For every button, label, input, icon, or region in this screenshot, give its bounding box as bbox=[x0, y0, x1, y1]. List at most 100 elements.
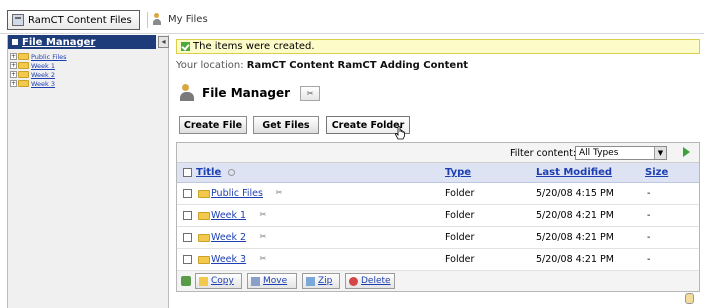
bulk-actions-bar: Copy Move Zip Delete bbox=[177, 271, 699, 291]
filter-select[interactable]: All Types ▼ bbox=[575, 146, 667, 160]
zip-icon bbox=[306, 276, 315, 286]
content-files-icon bbox=[12, 14, 24, 26]
filter-selected: All Types bbox=[579, 148, 619, 158]
scissors-icon[interactable]: ✂ bbox=[258, 232, 268, 242]
file-name-link[interactable]: Week 3 bbox=[211, 254, 246, 265]
checkmark-icon bbox=[181, 42, 190, 51]
tab-my-files[interactable]: My Files bbox=[153, 13, 208, 26]
row-checkbox[interactable] bbox=[183, 233, 192, 242]
create-file-button[interactable]: Create File bbox=[179, 116, 247, 134]
success-notice: The items were created. bbox=[176, 39, 700, 54]
folder-icon bbox=[198, 256, 210, 264]
user-icon bbox=[153, 13, 166, 26]
column-last-modified[interactable]: Last Modified bbox=[536, 167, 612, 178]
folder-icon bbox=[18, 71, 29, 78]
file-name-link[interactable]: Week 1 bbox=[211, 210, 246, 221]
column-type[interactable]: Type bbox=[445, 167, 471, 178]
delete-icon bbox=[349, 276, 358, 286]
location-path: RamCT Content RamCT Adding Content bbox=[246, 60, 469, 71]
row-checkbox[interactable] bbox=[183, 189, 192, 198]
tree-link[interactable]: Week 2 bbox=[31, 71, 55, 79]
folder-icon bbox=[198, 190, 210, 198]
select-all-checkbox[interactable] bbox=[183, 168, 192, 177]
file-manager-icon bbox=[180, 84, 196, 102]
row-type: Folder bbox=[445, 254, 475, 265]
tree-item-week-1[interactable]: + Week 1 bbox=[8, 61, 168, 70]
expand-icon[interactable]: + bbox=[10, 62, 17, 69]
tree-link[interactable]: Public Files bbox=[31, 53, 67, 61]
notice-text: The items were created. bbox=[193, 41, 315, 52]
page-title-text: File Manager bbox=[202, 86, 291, 100]
sidebar: File Manager ◂ + Public Files + Week 1 +… bbox=[7, 35, 169, 308]
row-modified: 5/20/08 4:21 PM bbox=[536, 254, 614, 265]
filter-label: Filter content: bbox=[510, 148, 577, 159]
expand-icon[interactable]: + bbox=[10, 53, 17, 60]
expand-icon[interactable]: + bbox=[10, 71, 17, 78]
top-tab-bar: RamCT Content Files My Files bbox=[0, 0, 704, 34]
copy-icon bbox=[199, 276, 208, 286]
scissors-icon: ✂ bbox=[306, 88, 314, 98]
tab-label: My Files bbox=[168, 14, 208, 25]
row-size: - bbox=[647, 254, 651, 265]
expand-icon[interactable]: + bbox=[10, 80, 17, 87]
tree-item-week-2[interactable]: + Week 2 bbox=[8, 70, 168, 79]
file-name-link[interactable]: Public Files bbox=[211, 188, 263, 199]
get-files-button[interactable]: Get Files bbox=[253, 116, 319, 134]
row-size: - bbox=[647, 210, 651, 221]
zip-button[interactable]: Zip bbox=[302, 273, 340, 289]
file-toolbar: Create File Get Files Create Folder bbox=[179, 116, 699, 136]
options-menu-button[interactable]: ✂ bbox=[300, 85, 321, 101]
row-checkbox[interactable] bbox=[183, 255, 192, 264]
table-row: Week 3 ✂ Folder 5/20/08 4:21 PM - bbox=[177, 249, 699, 271]
row-size: - bbox=[647, 188, 651, 199]
row-modified: 5/20/08 4:21 PM bbox=[536, 210, 614, 221]
row-modified: 5/20/08 4:15 PM bbox=[536, 188, 614, 199]
file-name-link[interactable]: Week 2 bbox=[211, 232, 246, 243]
sidebar-title[interactable]: File Manager bbox=[8, 35, 156, 49]
scissors-icon[interactable]: ✂ bbox=[274, 188, 284, 198]
delete-label: Delete bbox=[361, 276, 391, 286]
bullet-icon bbox=[12, 39, 18, 45]
copy-label: Copy bbox=[211, 276, 234, 286]
table-row: Week 1 ✂ Folder 5/20/08 4:21 PM - bbox=[177, 205, 699, 227]
tab-label: RamCT Content Files bbox=[28, 14, 132, 26]
hand-cursor-icon bbox=[394, 126, 405, 140]
help-icon[interactable] bbox=[685, 293, 694, 304]
column-size[interactable]: Size bbox=[645, 167, 668, 178]
folder-icon bbox=[18, 53, 29, 60]
table-row: Public Files ✂ Folder 5/20/08 4:15 PM - bbox=[177, 183, 699, 205]
sort-icon[interactable] bbox=[228, 169, 235, 176]
selection-arrow-icon bbox=[181, 276, 191, 286]
move-icon bbox=[251, 276, 260, 286]
main-content: The items were created. Your location: R… bbox=[176, 36, 704, 308]
scissors-icon[interactable]: ✂ bbox=[258, 210, 268, 220]
tree-item-public-files[interactable]: + Public Files bbox=[8, 52, 168, 61]
folder-icon bbox=[18, 80, 29, 87]
tab-ramct-content-files[interactable]: RamCT Content Files bbox=[7, 10, 140, 30]
folder-tree: + Public Files + Week 1 + Week 2 + Week … bbox=[8, 49, 168, 88]
row-type: Folder bbox=[445, 210, 475, 221]
tree-link[interactable]: Week 1 bbox=[31, 62, 55, 70]
filter-bar: Filter content: All Types ▼ bbox=[177, 143, 699, 163]
row-type: Folder bbox=[445, 232, 475, 243]
column-title[interactable]: Title bbox=[196, 167, 221, 178]
copy-button[interactable]: Copy bbox=[195, 273, 242, 289]
chevron-down-icon[interactable]: ▼ bbox=[654, 147, 666, 159]
row-size: - bbox=[647, 232, 651, 243]
go-arrow-icon[interactable] bbox=[683, 147, 690, 157]
row-modified: 5/20/08 4:21 PM bbox=[536, 232, 614, 243]
move-label: Move bbox=[263, 276, 288, 286]
folder-icon bbox=[198, 212, 210, 220]
move-button[interactable]: Move bbox=[247, 273, 297, 289]
table-header: Title Type Last Modified Size bbox=[177, 163, 699, 183]
folder-icon bbox=[18, 62, 29, 69]
zip-label: Zip bbox=[318, 276, 333, 286]
breadcrumb: Your location: RamCT Content RamCT Addin… bbox=[176, 60, 468, 71]
tree-link[interactable]: Week 3 bbox=[31, 80, 55, 88]
delete-button[interactable]: Delete bbox=[345, 273, 395, 289]
scissors-icon[interactable]: ✂ bbox=[258, 254, 268, 264]
collapse-sidebar-button[interactable]: ◂ bbox=[158, 36, 169, 48]
folder-icon bbox=[198, 234, 210, 242]
row-checkbox[interactable] bbox=[183, 211, 192, 220]
tree-item-week-3[interactable]: + Week 3 bbox=[8, 79, 168, 88]
